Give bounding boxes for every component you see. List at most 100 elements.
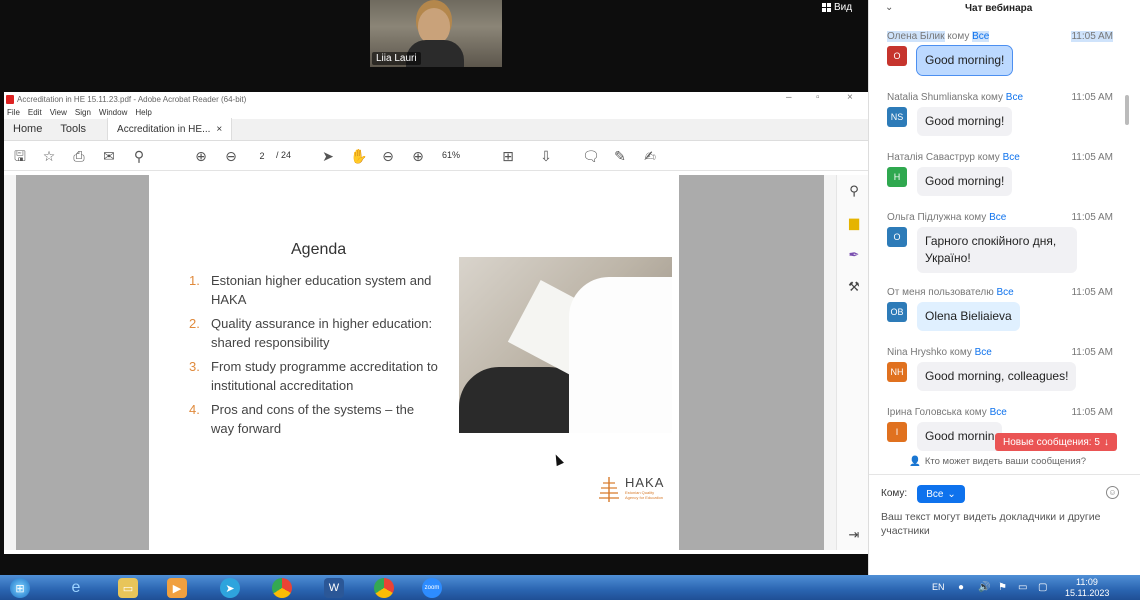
participant-video[interactable]: Liia Lauri xyxy=(370,0,502,67)
telegram-icon[interactable]: ➤ xyxy=(220,578,240,598)
chrome-profile-icon[interactable] xyxy=(374,578,394,598)
taskbar: ⊞ e ▭ ▶ ➤ W zoom EN ● 🔊 ⚑ ▭ ▢ 11:09 15.1… xyxy=(0,575,1140,600)
chat-message[interactable]: От меня пользователю Все 11:05 AM OB Olen… xyxy=(887,287,1117,331)
zoom-tool-icon[interactable]: ⚲ xyxy=(846,183,862,199)
chrome-icon[interactable] xyxy=(272,578,292,598)
avatar: І xyxy=(887,422,907,442)
who-sees-link[interactable]: 👤 Кто может видеть ваши сообщения? xyxy=(909,456,1086,467)
acrobat-tabs: Home Tools Accreditation in HE... × xyxy=(4,118,868,141)
chevron-down-icon[interactable]: ⌄ xyxy=(885,2,893,13)
notification-icon[interactable]: ▢ xyxy=(1038,582,1047,593)
menu-sign[interactable]: Sign xyxy=(75,108,91,117)
search-icon[interactable]: ⚲ xyxy=(131,148,147,164)
chat-message[interactable]: Наталія Саваструр кому Все 11:05 AM Н Goo… xyxy=(887,152,1117,196)
comment-tool-icon[interactable]: ▆ xyxy=(846,215,862,231)
participant-name: Liia Lauri xyxy=(372,52,421,65)
tab-home[interactable]: Home xyxy=(4,118,51,140)
restore-icon[interactable]: ▫ xyxy=(816,92,820,103)
language-indicator[interactable]: EN xyxy=(932,582,945,592)
view-button[interactable]: Вид xyxy=(822,0,852,14)
grid-icon xyxy=(822,2,831,12)
chat-scrollbar[interactable] xyxy=(1125,95,1129,125)
agenda-list: 1. Estonian higher education system and H… xyxy=(189,271,439,443)
page-number-input[interactable] xyxy=(254,148,270,163)
power-icon[interactable]: ▭ xyxy=(1018,582,1027,593)
sign-icon[interactable]: ✍ xyxy=(642,148,658,164)
zoom-out-icon[interactable]: ⊖ xyxy=(380,148,396,164)
arrow-down-icon: ↓ xyxy=(1103,436,1109,448)
agenda-item: 1. Estonian higher education system and H… xyxy=(189,273,432,307)
start-button-icon[interactable]: ⊞ xyxy=(10,578,30,598)
folder-icon[interactable]: ▭ xyxy=(118,578,138,598)
tab-close-icon[interactable]: × xyxy=(216,124,222,135)
agenda-item: 4. Pros and cons of the systems – the way… xyxy=(189,402,415,436)
scroll-mode-icon[interactable]: ⇩ xyxy=(538,148,554,164)
clock-time[interactable]: 11:09 xyxy=(1076,577,1098,587)
tab-tools[interactable]: Tools xyxy=(51,118,95,140)
acrobat-toolbar: 🖫 ☆ ⎙ ✉ ⚲ ⊕ ⊖ / 24 ➤ ✋ ⊖ ⊕ 61% ⊞ ⇩ 🗨 ✎ ✍ xyxy=(4,141,868,171)
slide-page: Agenda 1. Estonian higher education syste… xyxy=(149,175,679,550)
menu-view[interactable]: View xyxy=(50,108,67,117)
save-icon[interactable]: 🖫 xyxy=(12,148,28,164)
chat-title: Чат вебинара xyxy=(965,3,1033,14)
hand-tool-icon[interactable]: ✋ xyxy=(350,148,367,164)
view-label: Вид xyxy=(834,1,853,13)
fit-page-icon[interactable]: ⊞ xyxy=(500,148,516,164)
avatar: NS xyxy=(887,107,907,127)
zoom-in-icon[interactable]: ⊕ xyxy=(410,148,426,164)
chat-message[interactable]: Олена Білик кому Все 11:05 AM O Good morn… xyxy=(887,31,1117,76)
window-title: Accreditation in HE 15.11.23.pdf - Adobe… xyxy=(17,94,247,104)
chat-message[interactable]: Nina Hryshko кому Все 11:05 AM NH Good mo… xyxy=(887,347,1117,391)
avatar: NH xyxy=(887,362,907,382)
page-down-icon[interactable]: ⊖ xyxy=(223,148,239,164)
logo-subtitle: Estonian Quality Agency for Education xyxy=(625,490,664,500)
avatar: О xyxy=(887,227,907,247)
ie-icon[interactable]: e xyxy=(66,578,86,598)
emoji-icon[interactable]: ☺ xyxy=(1106,486,1119,499)
chat-message[interactable]: Natalia Shumlianska кому Все 11:05 AM NS … xyxy=(887,92,1117,136)
acrobat-window: Accreditation in HE 15.11.23.pdf - Adobe… xyxy=(4,92,868,554)
menu-edit[interactable]: Edit xyxy=(28,108,42,117)
zoom-icon[interactable]: zoom xyxy=(422,578,442,598)
agenda-item: 3. From study programme accreditation to … xyxy=(189,359,438,393)
chat-message[interactable]: Ольга Підлужна кому Все 11:05 AM О Гарног… xyxy=(887,212,1117,273)
new-messages-badge[interactable]: Новые сообщения: 5 ↓ xyxy=(995,433,1117,451)
avatar: OB xyxy=(887,302,907,322)
collapse-panel-icon[interactable]: ⇥ xyxy=(846,527,862,543)
menu-help[interactable]: Help xyxy=(135,108,151,117)
chat-panel: ⌄ Чат вебинара Олена Білик кому Все 11:05… xyxy=(868,0,1140,575)
select-cursor-icon[interactable]: ➤ xyxy=(320,148,336,164)
volume-icon[interactable]: 🔊 xyxy=(978,582,990,593)
screen: Liia Lauri Вид Accreditation in HE 15.11… xyxy=(0,0,1140,600)
email-icon[interactable]: ✉ xyxy=(101,148,117,164)
chevron-down-icon: ⌄ xyxy=(947,488,956,500)
print-icon[interactable]: ⎙ xyxy=(71,148,87,164)
menu-window[interactable]: Window xyxy=(99,108,127,117)
tab-document[interactable]: Accreditation in HE... × xyxy=(107,118,233,140)
logo-word: HAKA xyxy=(625,475,665,490)
acrobat-title-bar: Accreditation in HE 15.11.23.pdf - Adobe… xyxy=(4,92,868,106)
media-player-icon[interactable]: ▶ xyxy=(167,578,187,598)
star-icon[interactable]: ☆ xyxy=(41,148,57,164)
chat-input[interactable]: Ваш текст могут видеть докладчики и друг… xyxy=(881,510,1121,538)
page-up-icon[interactable]: ⊕ xyxy=(193,148,209,164)
network-icon[interactable]: ● xyxy=(958,582,964,593)
more-tools-icon[interactable]: ⚒ xyxy=(846,279,862,295)
minimize-icon[interactable]: – xyxy=(786,92,792,103)
zoom-select[interactable]: 61% xyxy=(442,150,460,160)
clock-date[interactable]: 15.11.2023 xyxy=(1065,588,1109,598)
slide-photo xyxy=(459,257,672,433)
flag-icon[interactable]: ⚑ xyxy=(998,582,1007,593)
recipient-select[interactable]: Все ⌄ xyxy=(917,485,965,503)
chat-input-area: Кому: Все ⌄ ☺ Ваш текст могут видеть док… xyxy=(869,474,1140,575)
close-icon[interactable]: × xyxy=(847,92,853,103)
fill-sign-icon[interactable]: ✒ xyxy=(846,247,862,263)
highlight-icon[interactable]: ✎ xyxy=(612,148,628,164)
message-bubble: Good morning! xyxy=(917,107,1013,136)
right-panel-toggle[interactable] xyxy=(824,175,836,550)
left-panel-toggle[interactable] xyxy=(4,175,16,550)
comment-icon[interactable]: 🗨 xyxy=(582,148,600,164)
menu-file[interactable]: File xyxy=(7,108,20,117)
word-icon[interactable]: W xyxy=(324,578,344,598)
tools-panel: ⚲ ▆ ✒ ⚒ ⇥ xyxy=(836,175,868,550)
